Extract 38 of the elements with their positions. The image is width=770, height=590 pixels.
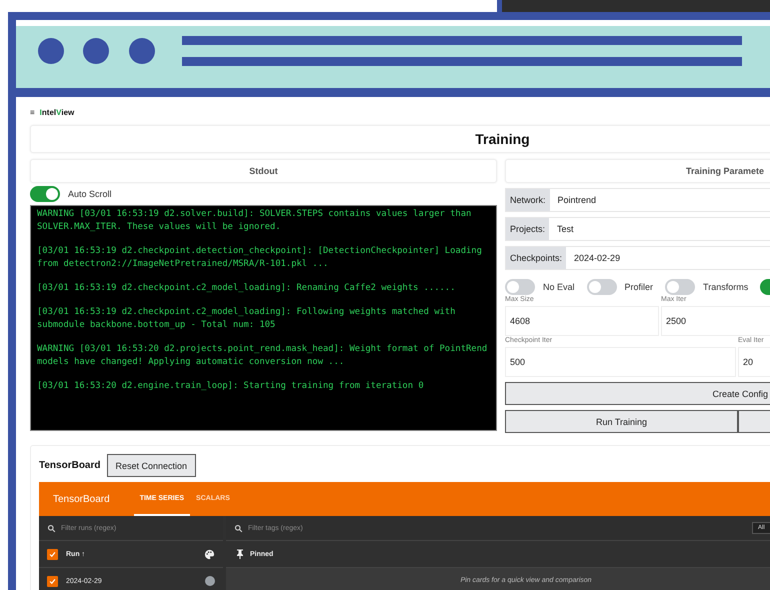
toggle-switch[interactable] — [586, 279, 617, 295]
auto-scroll-toggle[interactable] — [30, 186, 60, 202]
reset-connection-button[interactable]: Reset Connection — [106, 454, 196, 477]
log-line: [03/01 16:53:20 d2.engine.train_loop]: Starting training from iteration 0 — [37, 380, 425, 393]
app-logo: IntelView — [40, 108, 74, 116]
log-line: [03/01 16:53:19 d2.checkpoint.c2_model_loading]: Following weights matched with submodule backbone.bottom_up - Total num: 105 — [37, 306, 456, 332]
toggle-label: Profiler — [624, 282, 654, 292]
select-field[interactable]: Checkpoints: 2024-02-29 — [505, 246, 770, 270]
toggle-label: Transforms — [703, 282, 748, 292]
input-field[interactable]: 2500 — [661, 306, 770, 336]
section-title: TensorBoard — [39, 460, 100, 471]
input-field[interactable]: 4608 — [505, 306, 659, 336]
run-color-dot[interactable] — [205, 576, 215, 586]
log-line: WARNING [03/01 16:53:19 d2.solver.build]: SOLVER.STEPS contains values larger than SOLVER.MAX_ITER. These values will be ignored. — [37, 208, 472, 234]
search-icon — [234, 524, 243, 532]
select-field[interactable]: Network: Pointrend — [505, 188, 770, 212]
toggle-switch[interactable] — [505, 279, 535, 295]
toggle-label: No Eval — [543, 282, 575, 292]
input-field[interactable]: 500 — [505, 347, 736, 377]
toggle-label: Auto Scroll — [68, 189, 112, 199]
log-line: WARNING [03/01 16:53:20 d2.projects.point_rend.mask_head]: Weight format of PointRend models have changed! Applying automatic conversion now ... — [37, 343, 488, 369]
tensorboard-brand: TensorBoard — [53, 492, 110, 506]
input-field[interactable]: 20 — [738, 347, 770, 377]
log-line: [03/01 16:53:19 d2.checkpoint.detection_checkpoint]: [DetectionCheckpointer] Loading from detectron2://ImageNetPretrained/MSRA/R-101.pkl ... — [37, 245, 483, 271]
search-icon — [47, 524, 56, 532]
section-header: Stdout — [30, 159, 497, 183]
section-header: Training Paramete — [505, 159, 770, 183]
palette-icon[interactable] — [204, 548, 215, 560]
run-training-button[interactable]: Run Training — [505, 410, 738, 433]
select-field[interactable]: Projects: Test — [505, 217, 770, 241]
page-title: Training — [30, 125, 770, 153]
log-line: [03/01 16:53:19 d2.checkpoint.c2_model_loading]: Renaming Caffe2 weights ...... — [37, 282, 456, 295]
menu-icon[interactable]: ≡ — [30, 108, 35, 116]
checkbox[interactable] — [47, 576, 58, 586]
toggle-switch[interactable] — [665, 279, 696, 295]
pin-icon — [236, 549, 244, 559]
checkbox[interactable] — [47, 548, 58, 560]
create-config-button[interactable]: Create Config — [505, 382, 770, 405]
